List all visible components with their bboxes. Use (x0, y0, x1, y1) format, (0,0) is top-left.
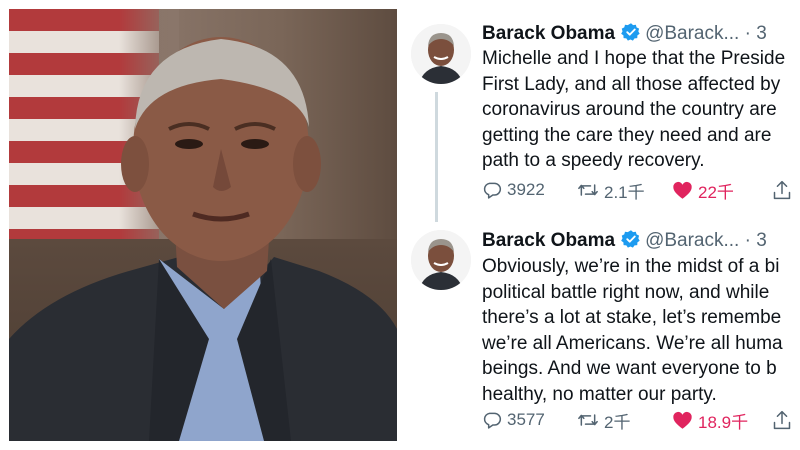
heart-icon (673, 411, 692, 429)
retweet-icon (578, 414, 598, 426)
retweet-button[interactable]: 2千 (577, 405, 630, 435)
tweet-text-line: beings. And we want everyone to b (482, 358, 777, 379)
share-icon (773, 410, 791, 430)
tweet-text-line: there’s a lot at stake, let’s remembe (482, 307, 782, 328)
author-handle[interactable]: @Barack... (645, 23, 739, 44)
retweet-count: 2千 (604, 412, 631, 432)
divider (397, 0, 403, 450)
tweet-time[interactable]: 3 (756, 230, 767, 251)
tweet-text-line: getting the care they need and are (482, 124, 772, 146)
retweet-count: 2.1千 (604, 182, 645, 202)
tweet[interactable]: Barack Obama @Barack... · 3 Michelle and … (405, 0, 800, 225)
like-count: 22千 (698, 182, 734, 202)
tweet-actions: 3922 2.1千 22千 (482, 175, 800, 205)
tweet[interactable]: Barack Obama @Barack... · 3 Obviously, we… (405, 225, 800, 450)
author-handle[interactable]: @Barack... (645, 230, 739, 251)
reply-button[interactable]: 3577 (482, 405, 545, 435)
tweet-text: Obviously, we’re in the midst of a bi po… (482, 254, 800, 407)
like-count: 18.9千 (698, 412, 749, 432)
tweet-header: Barack Obama @Barack... · 3 (482, 20, 767, 48)
speaker-figure (9, 37, 397, 441)
reply-count: 3922 (507, 180, 545, 199)
author-name[interactable]: Barack Obama (482, 230, 615, 251)
retweet-button[interactable]: 2.1千 (577, 175, 645, 205)
video-still (9, 9, 397, 441)
avatar[interactable] (411, 24, 471, 84)
tweet-text-line: Obviously, we’re in the midst of a bi (482, 256, 780, 277)
tweet-text-line: coronavirus around the country are (482, 99, 777, 120)
tweet-text-line: path to a speedy recovery. (482, 150, 705, 171)
share-button[interactable] (772, 405, 792, 435)
avatar[interactable] (411, 230, 471, 290)
tweet-actions: 3577 2千 18.9千 (482, 405, 800, 435)
tweet-header: Barack Obama @Barack... · 3 (482, 227, 767, 255)
author-name[interactable]: Barack Obama (482, 23, 615, 44)
tweet-text-line: political battle right now, and while (482, 281, 770, 303)
heart-icon (673, 181, 692, 199)
avatar-image (411, 24, 471, 84)
tweet-text-line: First Lady, and all those affected by (482, 73, 781, 95)
reply-count: 3577 (507, 410, 545, 429)
tweet-text: Michelle and I hope that the Preside Fir… (482, 46, 800, 174)
share-button[interactable] (772, 175, 792, 205)
separator-dot: · (744, 23, 751, 44)
avatar-image (411, 230, 471, 290)
verified-badge-icon (621, 230, 640, 248)
retweet-icon (578, 184, 598, 196)
tweet-text-line: healthy, no matter our party. (482, 383, 717, 405)
reply-icon (483, 182, 502, 199)
reply-icon (483, 412, 502, 429)
share-icon (773, 180, 791, 200)
like-button[interactable]: 18.9千 (672, 405, 748, 435)
like-button[interactable]: 22千 (672, 175, 734, 205)
verified-badge-icon (621, 23, 640, 41)
tweet-time[interactable]: 3 (756, 23, 767, 44)
separator-dot: · (744, 230, 751, 251)
tweet-text-line: we’re all Americans. We’re all huma (482, 332, 783, 354)
reply-button[interactable]: 3922 (482, 175, 545, 205)
tweet-text-line: Michelle and I hope that the Preside (482, 48, 786, 69)
